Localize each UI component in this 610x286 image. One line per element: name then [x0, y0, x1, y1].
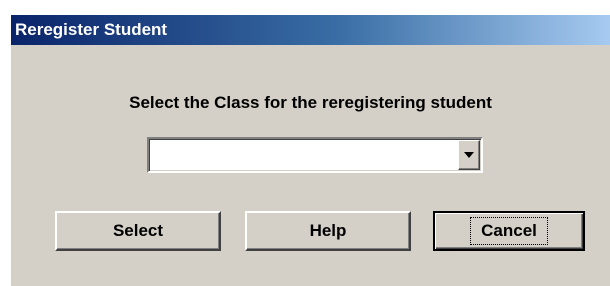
class-dropdown[interactable]: [147, 137, 483, 173]
class-prompt-label: Select the Class for the reregistering s…: [129, 93, 492, 112]
cancel-button-label: Cancel: [470, 217, 548, 245]
help-button-label: Help: [309, 221, 347, 240]
cancel-button[interactable]: Cancel: [433, 211, 585, 251]
select-button[interactable]: Select: [55, 211, 221, 251]
dropdown-arrow-button[interactable]: [458, 140, 480, 170]
window-title: Reregister Student: [15, 20, 168, 39]
title-bar[interactable]: Reregister Student: [11, 15, 610, 45]
reregister-student-dialog: Reregister Student Select the Class for …: [10, 14, 610, 286]
help-button[interactable]: Help: [245, 211, 411, 251]
select-button-label: Select: [112, 221, 164, 240]
